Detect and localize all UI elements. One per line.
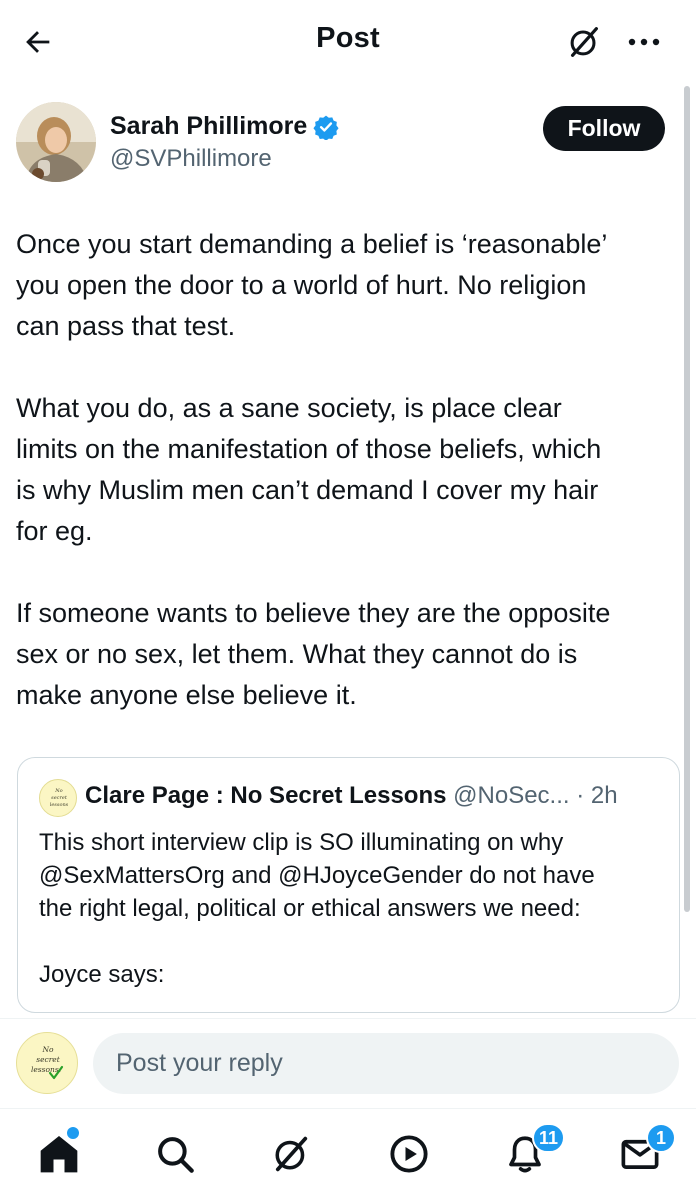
messages-badge: 1 — [646, 1123, 676, 1153]
post-line: is why Muslim men can’t demand I cover m… — [16, 475, 599, 505]
post-line: limits on the manifestation of those bel… — [16, 434, 602, 464]
more-button[interactable] — [622, 20, 666, 64]
quoted-post-time: 2h — [590, 782, 618, 809]
quoted-post-text: This short interview clip is SO illumina… — [39, 826, 669, 991]
play-icon — [390, 1135, 428, 1173]
notifications-badge: 11 — [532, 1123, 566, 1153]
author-handle[interactable]: @SVPhillimore — [110, 145, 272, 173]
quote-line: This short interview clip is SO illumina… — [39, 829, 564, 856]
post-line: What you do, as a sane society, is place… — [16, 393, 562, 423]
post-line: can pass that test. — [16, 311, 236, 341]
quoted-author-handle[interactable]: @NoSec... — [453, 782, 569, 809]
post-line: you open the door to a world of hurt. No… — [16, 270, 587, 300]
reply-avatar-text: No — [41, 1045, 54, 1054]
post-line: sex or no sex, let them. What they canno… — [16, 639, 578, 669]
author-avatar[interactable] — [16, 102, 96, 182]
reply-input[interactable]: Post your reply — [93, 1033, 679, 1094]
author-name[interactable]: Sarah Phillimore — [110, 112, 307, 141]
post-paragraph: If someone wants to believe they are the… — [16, 593, 684, 716]
quoted-author-avatar[interactable]: No secret lessons — [39, 779, 77, 817]
grok-icon — [275, 1136, 308, 1172]
reply-user-avatar[interactable]: No secret lessons. — [16, 1032, 78, 1094]
scrollbar[interactable] — [684, 86, 690, 912]
author-name-row: Sarah Phillimore — [110, 112, 339, 141]
search-icon — [158, 1137, 194, 1173]
quote-avatar-text: secret — [51, 795, 68, 801]
post-line: for eg. — [16, 516, 93, 546]
grok-icon — [570, 27, 598, 57]
quoted-author-name[interactable]: Clare Page : No Secret Lessons — [85, 782, 446, 809]
post-text: Once you start demanding a belief is ‘re… — [16, 224, 684, 716]
nav-search[interactable] — [149, 1128, 201, 1180]
quote-line: the right legal, political or ethical an… — [39, 895, 581, 922]
divider — [0, 1018, 696, 1019]
home-unread-dot — [67, 1127, 79, 1139]
quoted-post[interactable]: No secret lessons Clare Page : No Secret… — [17, 757, 680, 1013]
quoted-post-header: Clare Page : No Secret Lessons @NoSec...… — [85, 782, 618, 810]
quote-line: Joyce says: — [39, 961, 165, 988]
quote-line: @SexMattersOrg and @HJoyceGender do not … — [39, 862, 595, 889]
quote-avatar-text: No — [54, 788, 62, 794]
separator: · — [569, 782, 591, 809]
reply-avatar-text: secret — [36, 1055, 61, 1064]
more-icon — [628, 38, 660, 46]
post-line: make anyone else believe it. — [16, 680, 357, 710]
nav-grok[interactable] — [265, 1128, 317, 1180]
top-bar: Post — [0, 0, 696, 84]
follow-button[interactable]: Follow — [543, 106, 665, 151]
post-paragraph: What you do, as a sane society, is place… — [16, 388, 684, 552]
quote-avatar-text: lessons — [50, 802, 69, 808]
divider — [0, 1108, 696, 1109]
post-line: Once you start demanding a belief is ‘re… — [16, 229, 608, 259]
quote-line-gap — [39, 925, 669, 958]
grok-button[interactable] — [562, 20, 606, 64]
post-paragraph: Once you start demanding a belief is ‘re… — [16, 224, 684, 347]
nav-video[interactable] — [383, 1128, 435, 1180]
verified-badge-icon — [313, 115, 339, 140]
post-line: If someone wants to believe they are the… — [16, 598, 611, 628]
